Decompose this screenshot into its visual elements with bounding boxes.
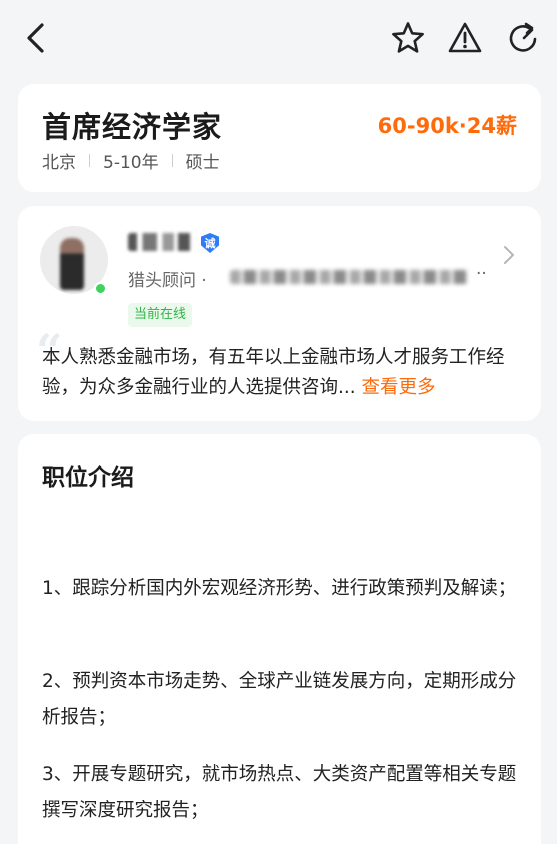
hunter-name-blurred: [128, 233, 194, 251]
hunter-company-blurred: [230, 270, 468, 284]
divider: [89, 154, 90, 167]
description-item: 3、开展专题研究，就市场热点、大类资产配置等相关专题撰写深度研究报告；: [42, 764, 517, 821]
view-more-link[interactable]: 查看更多: [362, 377, 436, 398]
back-icon[interactable]: [18, 20, 54, 56]
job-description-card: 职位介绍 1、跟踪分析国内外宏观经济形势、进行政策预判及解读； 2、预判资本市场…: [18, 434, 541, 844]
section-title: 职位介绍: [42, 465, 134, 491]
share-icon[interactable]: [505, 20, 541, 56]
divider: [171, 154, 173, 167]
job-title: 首席经济学家: [42, 110, 223, 144]
hunter-role: 猎头顾问 ·: [128, 271, 207, 291]
warning-icon[interactable]: [447, 20, 483, 56]
salary-range: 60-90k·24薪: [377, 114, 517, 138]
job-meta: 北京 5-10年 硕士: [42, 148, 220, 173]
description-item: 2、预判资本市场走势、全球产业链发展方向，定期形成分析报告；: [42, 671, 517, 728]
job-summary-card: 首席经济学家 60-90k·24薪 北京 5-10年 硕士: [18, 84, 541, 192]
chevron-right-icon[interactable]: [502, 244, 516, 266]
avatar-photo-blurred: [60, 238, 84, 290]
online-status-tag: 当前在线: [128, 303, 193, 327]
hunter-intro: 本人熟悉金融市场，有五年以上金融市场人才服务工作经验，为众多金融行业的人选提供咨…: [42, 343, 524, 403]
top-navigation-bar: [0, 0, 557, 78]
online-status-dot: [94, 282, 107, 295]
description-item: 1、跟踪分析国内外宏观经济形势、进行政策预判及解读；: [42, 578, 517, 599]
company-ellipsis: ··: [476, 264, 487, 284]
star-icon[interactable]: [390, 20, 426, 56]
job-location: 北京: [42, 153, 76, 173]
headhunter-card[interactable]: 诚 猎头顾问 · ·· 当前在线 “ 本人熟悉金融市场，有五年以上金融市场人才服…: [18, 206, 541, 421]
job-experience: 5-10年: [103, 153, 159, 173]
job-education: 硕士: [185, 153, 220, 173]
verified-badge: 诚: [201, 233, 219, 253]
